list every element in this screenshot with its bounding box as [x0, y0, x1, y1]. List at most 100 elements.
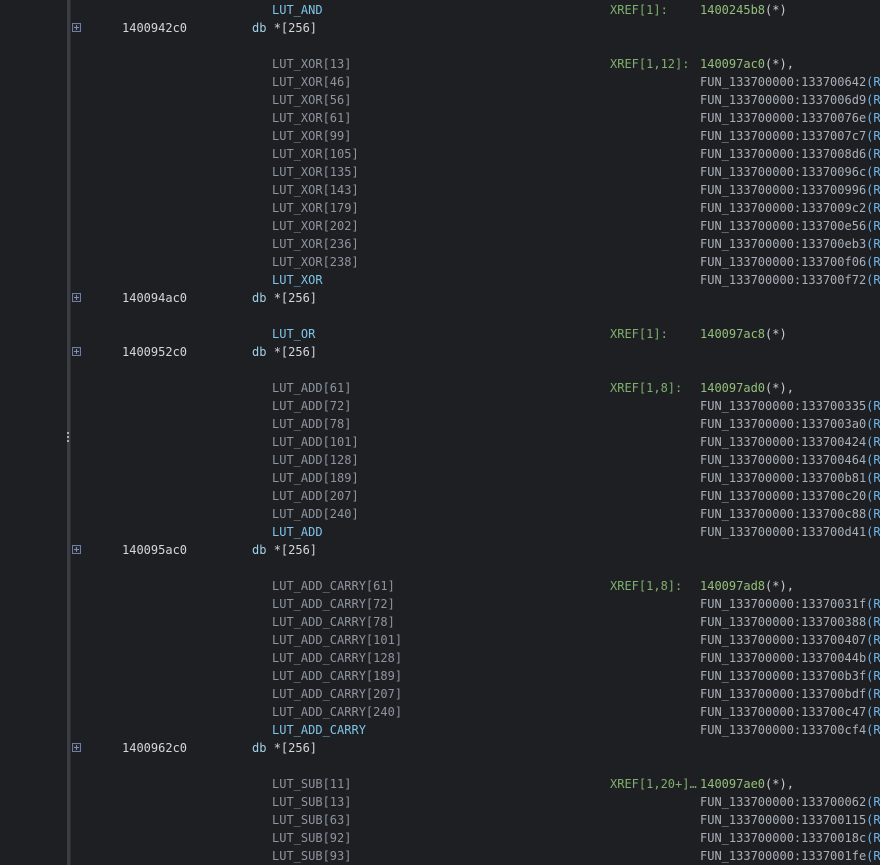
label-row[interactable]: LUT_XOR[135] FUN_133700000:13370096c(R)	[71, 163, 880, 181]
xref-header[interactable]: XREF[1,12]:	[610, 55, 689, 73]
xref-target[interactable]: FUN_133700000:133700c47(R)	[700, 703, 880, 721]
symbol-label[interactable]: LUT_XOR[179]	[272, 199, 359, 217]
xref-target[interactable]: FUN_133700000:13370076e(R)	[700, 109, 880, 127]
xref-target[interactable]: FUN_133700000:133700335(R)	[700, 397, 880, 415]
label-row[interactable]: LUT_ADD FUN_133700000:133700d41(R)	[71, 523, 880, 541]
data-definition-row[interactable]: 1400952c0 db *[256]	[71, 343, 880, 361]
xref-address[interactable]: FUN_133700000:133700996	[700, 183, 866, 197]
xref-target[interactable]: 140097ac0(*),	[700, 55, 794, 73]
address[interactable]: 140095ac0	[122, 541, 187, 559]
symbol-label[interactable]: LUT_ADD_CARRY[72]	[272, 595, 395, 613]
xref-address[interactable]: FUN_133700000:133700d41	[700, 525, 866, 539]
xref-target[interactable]: FUN_133700000:133700f72(R)	[700, 271, 880, 289]
label-row[interactable]: LUT_ADD_CARRY FUN_133700000:133700cf4(R)	[71, 721, 880, 739]
label-row[interactable]: LUT_ADD_CARRY[128] FUN_133700000:13370044…	[71, 649, 880, 667]
label-row[interactable]: LUT_ADD_CARRY[72] FUN_133700000:13370031f…	[71, 595, 880, 613]
xref-header[interactable]: XREF[1,8]:	[610, 379, 682, 397]
xref-header[interactable]: XREF[1]:	[610, 1, 668, 19]
symbol-label[interactable]: LUT_ADD_CARRY	[272, 721, 366, 739]
operand[interactable]: *[256]	[274, 21, 317, 35]
label-row[interactable]: LUT_SUB[93] FUN_133700000:1337001fe(R)	[71, 847, 880, 865]
label-row[interactable]: LUT_XOR[179] FUN_133700000:1337009c2(R)	[71, 199, 880, 217]
symbol-label[interactable]: LUT_XOR[135]	[272, 163, 359, 181]
xref-address[interactable]: FUN_133700000:133700bdf	[700, 687, 866, 701]
address[interactable]: 1400942c0	[122, 19, 187, 37]
label-row[interactable]: LUT_XOR[105] FUN_133700000:1337008d6(R)	[71, 145, 880, 163]
xref-address[interactable]: FUN_133700000:133700424	[700, 435, 866, 449]
label-row[interactable]: LUT_SUB[11] XREF[1,20+]… 140097ae0(*),	[71, 775, 880, 793]
xref-target[interactable]: FUN_133700000:133700f06(R)	[700, 253, 880, 271]
symbol-label[interactable]: LUT_ADD[78]	[272, 415, 351, 433]
symbol-label[interactable]: LUT_ADD[72]	[272, 397, 351, 415]
xref-target[interactable]: FUN_133700000:133700407(R)	[700, 631, 880, 649]
operand[interactable]: *[256]	[274, 543, 317, 557]
label-row[interactable]: LUT_XOR[236] FUN_133700000:133700eb3(R)	[71, 235, 880, 253]
xref-target[interactable]: FUN_133700000:133700c20(R)	[700, 487, 880, 505]
xref-header[interactable]: XREF[1,20+]…	[610, 775, 697, 793]
symbol-label[interactable]: LUT_ADD[207]	[272, 487, 359, 505]
label-row[interactable]: LUT_XOR[13] XREF[1,12]: 140097ac0(*),	[71, 55, 880, 73]
symbol-label[interactable]: LUT_SUB[63]	[272, 811, 351, 829]
xref-target[interactable]: FUN_133700000:133700eb3(R)	[700, 235, 880, 253]
symbol-label[interactable]: LUT_XOR[56]	[272, 91, 351, 109]
label-row[interactable]: LUT_XOR[56] FUN_133700000:1337006d9(R)	[71, 91, 880, 109]
label-row[interactable]: LUT_ADD[72] FUN_133700000:133700335(R)	[71, 397, 880, 415]
xref-address[interactable]: FUN_133700000:133700642	[700, 75, 866, 89]
xref-address[interactable]: FUN_133700000:133700c20	[700, 489, 866, 503]
label-row[interactable]: LUT_ADD_CARRY[78] FUN_133700000:133700388…	[71, 613, 880, 631]
xref-address[interactable]: FUN_133700000:13370044b	[700, 651, 866, 665]
xref-address[interactable]: FUN_133700000:133700388	[700, 615, 866, 629]
xref-address[interactable]: FUN_133700000:13370031f	[700, 597, 866, 611]
xref-target[interactable]: 140097ae0(*),	[700, 775, 794, 793]
label-row[interactable]: LUT_ADD_CARRY[61] XREF[1,8]: 140097ad8(*),	[71, 577, 880, 595]
xref-target[interactable]: FUN_133700000:133700b81(R)	[700, 469, 880, 487]
symbol-label[interactable]: LUT_ADD[61]	[272, 379, 351, 397]
xref-address[interactable]: FUN_133700000:133700f06	[700, 255, 866, 269]
mnemonic[interactable]: db *[256]	[252, 541, 317, 559]
xref-target[interactable]: FUN_133700000:133700c88(R)	[700, 505, 880, 523]
xref-target[interactable]: FUN_133700000:13370018c(R)	[700, 829, 880, 847]
symbol-label[interactable]: LUT_XOR[61]	[272, 109, 351, 127]
symbol-label[interactable]: LUT_ADD_CARRY[101]	[272, 631, 402, 649]
address[interactable]: 140094ac0	[122, 289, 187, 307]
label-row[interactable]: LUT_SUB[13] FUN_133700000:133700062(R)	[71, 793, 880, 811]
xref-target[interactable]: FUN_133700000:1337008d6(R)	[700, 145, 880, 163]
operand[interactable]: *[256]	[274, 345, 317, 359]
xref-header[interactable]: XREF[1,8]:	[610, 577, 682, 595]
expand-plus-icon[interactable]	[72, 293, 81, 302]
xref-address[interactable]: FUN_133700000:13370076e	[700, 111, 866, 125]
symbol-label[interactable]: LUT_XOR	[272, 271, 323, 289]
label-row[interactable]: LUT_ADD[78] FUN_133700000:1337003a0(R)	[71, 415, 880, 433]
label-row[interactable]: LUT_AND XREF[1]: 1400245b8(*)	[71, 1, 880, 19]
resize-grip-icon[interactable]	[66, 432, 70, 446]
label-row[interactable]: LUT_ADD_CARRY[189] FUN_133700000:133700b3…	[71, 667, 880, 685]
symbol-label[interactable]: LUT_SUB[93]	[272, 847, 351, 865]
xref-target[interactable]: FUN_133700000:13370096c(R)	[700, 163, 880, 181]
symbol-label[interactable]: LUT_ADD_CARRY[240]	[272, 703, 402, 721]
label-row[interactable]: LUT_XOR FUN_133700000:133700f72(R)	[71, 271, 880, 289]
label-row[interactable]: LUT_SUB[92] FUN_133700000:13370018c(R)	[71, 829, 880, 847]
operand[interactable]: *[256]	[274, 741, 317, 755]
symbol-label[interactable]: LUT_XOR[46]	[272, 73, 351, 91]
xref-target[interactable]: FUN_133700000:1337009c2(R)	[700, 199, 880, 217]
xref-target[interactable]: 140097ad8(*),	[700, 577, 794, 595]
xref-target[interactable]: FUN_133700000:133700996(R)	[700, 181, 880, 199]
symbol-label[interactable]: LUT_ADD	[272, 523, 323, 541]
symbol-label[interactable]: LUT_SUB[13]	[272, 793, 351, 811]
xref-target[interactable]: 140097ad0(*),	[700, 379, 794, 397]
symbol-label[interactable]: LUT_ADD[189]	[272, 469, 359, 487]
xref-address[interactable]: FUN_133700000:1337001fe	[700, 849, 866, 863]
xref-address[interactable]: FUN_133700000:1337009c2	[700, 201, 866, 215]
xref-target[interactable]: 140097ac8(*)	[700, 325, 787, 343]
xref-address[interactable]: FUN_133700000:1337008d6	[700, 147, 866, 161]
label-row[interactable]: LUT_XOR[99] FUN_133700000:1337007c7(R)	[71, 127, 880, 145]
xref-target[interactable]: FUN_133700000:133700b3f(R)	[700, 667, 880, 685]
label-row[interactable]: LUT_ADD[207] FUN_133700000:133700c20(R)	[71, 487, 880, 505]
label-row[interactable]: LUT_OR XREF[1]: 140097ac8(*)	[71, 325, 880, 343]
label-row[interactable]: LUT_ADD_CARRY[240] FUN_133700000:133700c4…	[71, 703, 880, 721]
symbol-label[interactable]: LUT_SUB[11]	[272, 775, 351, 793]
expand-plus-icon[interactable]	[72, 347, 81, 356]
symbol-label[interactable]: LUT_ADD_CARRY[128]	[272, 649, 402, 667]
xref-address[interactable]: FUN_133700000:133700407	[700, 633, 866, 647]
label-row[interactable]: LUT_ADD[240] FUN_133700000:133700c88(R)	[71, 505, 880, 523]
